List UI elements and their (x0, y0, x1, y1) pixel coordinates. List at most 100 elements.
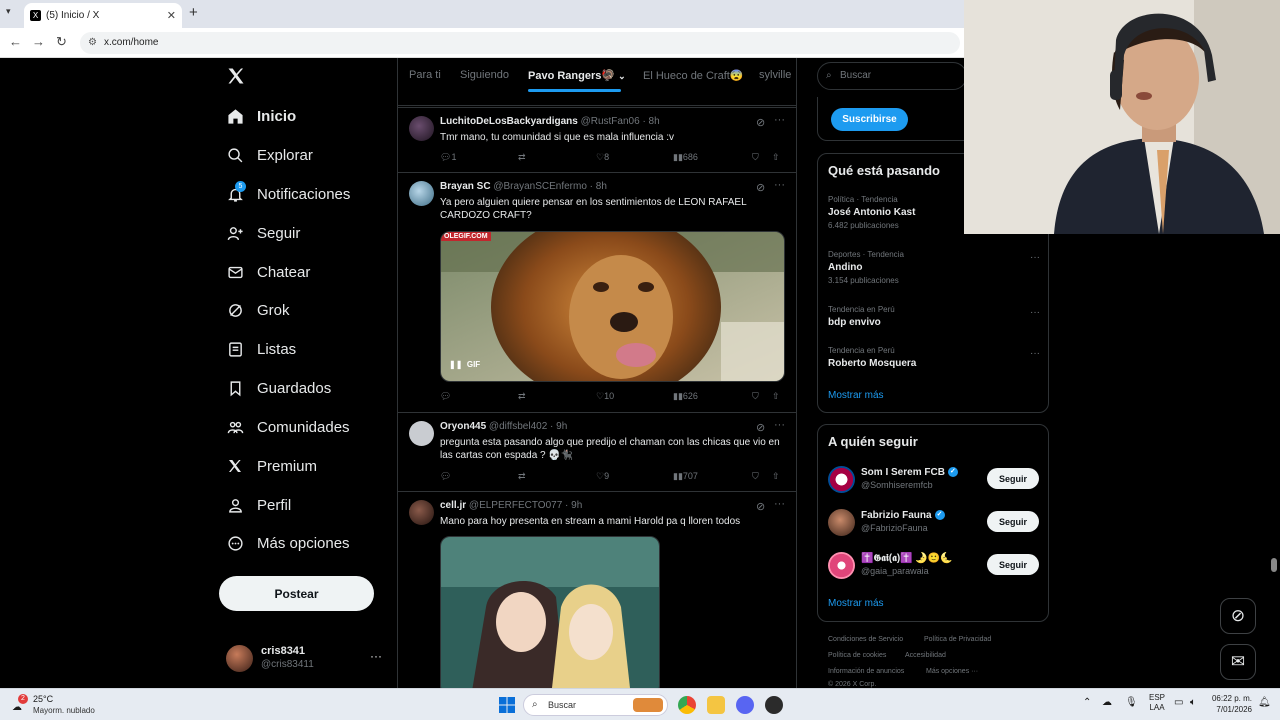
footer-link[interactable]: Información de anuncios (828, 668, 904, 675)
weather-temp[interactable]: 25°C (33, 694, 53, 704)
grok-icon[interactable]: ⊘ (756, 421, 765, 434)
more-dots-icon[interactable]: ··· (774, 498, 785, 510)
tab-search-chevron-icon[interactable]: ▾ (6, 6, 11, 17)
site-info-icon[interactable]: ⚙ (88, 32, 97, 54)
footer-link[interactable]: Política de cookies (828, 652, 886, 659)
bookmark-icon[interactable]: ⛉ (752, 152, 759, 163)
tray-cloud-icon[interactable]: ☁ (1102, 697, 1112, 708)
nav-item-perfil[interactable]: Perfil (226, 490, 291, 520)
url-field[interactable]: ⚙ x.com/home (80, 32, 960, 54)
like-button[interactable]: ♡ 9 (596, 471, 609, 482)
pause-icon[interactable]: ❚❚ (449, 360, 462, 369)
tweet-image[interactable] (440, 536, 660, 688)
grok-icon[interactable]: ⊘ (756, 181, 765, 194)
follow-button[interactable]: Seguir (987, 511, 1039, 532)
tweet[interactable]: Oryon445 @diffsbel402 · 9h ⊘ ··· pregunt… (398, 413, 796, 492)
nav-item-explorar[interactable]: Explorar (226, 140, 313, 170)
views-button[interactable]: ▮▮ 686 (673, 152, 698, 163)
search-input[interactable]: ⌕ Buscar (817, 62, 967, 90)
language-indicator[interactable]: ESP LAA (1149, 693, 1165, 713)
show-more-link[interactable]: Mostrar más (828, 598, 884, 609)
new-tab-button[interactable]: + (189, 4, 198, 21)
author-name[interactable]: LuchitoDeLosBackyardigans (440, 116, 578, 127)
tweet[interactable]: LuchitoDeLosBackyardigans @RustFan06 · 8… (398, 108, 796, 173)
like-button[interactable]: ♡ 10 (596, 391, 614, 402)
reply-button[interactable]: 💬︎ 1 (440, 152, 456, 163)
notification-center-icon[interactable]: 🔔︎ (1258, 697, 1271, 708)
tab-pavo-rangers[interactable]: Pavo Rangers🦃 ⌄ (528, 69, 626, 82)
retweet-icon[interactable]: ⇄ (518, 152, 526, 163)
retweet-icon[interactable]: ⇄ (518, 391, 526, 402)
bookmark-icon[interactable]: ⛉ (752, 391, 759, 402)
grok-fab-button[interactable]: ⊘ (1220, 598, 1256, 634)
scrollbar-thumb[interactable] (1271, 558, 1277, 572)
share-icon[interactable]: ⇧ (772, 391, 780, 402)
show-more-link[interactable]: Mostrar más (828, 390, 884, 401)
share-icon[interactable]: ⇧ (772, 152, 780, 163)
gif-controls[interactable]: ❚❚ GIF (449, 360, 480, 369)
obs-icon[interactable] (765, 696, 783, 714)
windows-start-icon[interactable] (499, 697, 515, 713)
views-button[interactable]: ▮▮ 626 (673, 391, 698, 402)
account-switcher[interactable]: cris8341 @cris83411 ··· (226, 641, 386, 677)
retweet-icon[interactable]: ⇄ (518, 471, 526, 482)
tweet[interactable]: Brayan SC @BrayanSCEnfermo · 8h ⊘ ··· Ya… (398, 173, 796, 413)
more-dots-icon[interactable]: ··· (370, 649, 382, 663)
file-explorer-icon[interactable] (707, 696, 725, 714)
network-icon[interactable]: ▭ (1174, 697, 1183, 708)
clock[interactable]: 06:22 p. m. 7/01/2026 (1208, 693, 1252, 715)
follow-suggestion[interactable]: Som I Serem FCB ✓ @Somhiseremfcb Seguir (828, 464, 1040, 494)
author-handle[interactable]: @ELPERFECTO077 (469, 500, 562, 511)
subscribe-button[interactable]: Suscribirse (831, 108, 908, 131)
nav-item-guardados[interactable]: Guardados (226, 373, 331, 403)
close-tab-icon[interactable]: ✕ (167, 9, 176, 22)
tab-siguiendo[interactable]: Siguiendo (460, 69, 509, 81)
follow-button[interactable]: Seguir (987, 554, 1039, 575)
tweet-time[interactable]: · 8h (642, 116, 659, 127)
tweet-gif[interactable]: OLEGIF.COM ❚❚ GIF (440, 231, 785, 382)
avatar[interactable] (409, 181, 434, 206)
more-dots-icon[interactable]: ··· (1030, 348, 1040, 359)
author-name[interactable]: cell.jr (440, 500, 466, 511)
tweet-time[interactable]: · 9h (550, 421, 567, 432)
more-dots-icon[interactable]: ··· (1030, 252, 1040, 263)
nav-item-seguir[interactable]: Seguir (226, 218, 300, 248)
footer-link[interactable]: Más opciones ··· (926, 668, 978, 675)
microphone-icon[interactable]: 🎙︎ (1125, 697, 1138, 708)
avatar[interactable] (828, 509, 855, 536)
views-button[interactable]: ▮▮ 707 (673, 471, 698, 482)
trend-item[interactable]: Tendencia en Perú Roberto Mosquera ··· (828, 346, 1040, 369)
tab-sylville[interactable]: sylville (759, 69, 791, 81)
follow-button[interactable]: Seguir (987, 468, 1039, 489)
taskbar-search[interactable]: ⌕ Buscar (523, 694, 668, 716)
chrome-icon[interactable] (678, 696, 696, 714)
trend-item[interactable]: Deportes · Tendencia Andino 3.154 public… (828, 250, 1040, 285)
post-button[interactable]: Postear (219, 576, 374, 611)
nav-item-mas-opciones[interactable]: Más opciones (226, 528, 350, 558)
tweet-time[interactable]: · 8h (590, 181, 607, 192)
tray-chevron-up-icon[interactable]: ⌃ (1083, 697, 1091, 708)
nav-item-inicio[interactable]: Inicio (226, 101, 296, 131)
author-handle[interactable]: @BrayanSCEnfermo (493, 181, 587, 192)
x-logo-icon[interactable] (226, 66, 246, 91)
grok-icon[interactable]: ⊘ (756, 500, 765, 513)
nav-item-premium[interactable]: Premium (226, 451, 317, 481)
messages-fab-button[interactable]: ✉ (1220, 644, 1256, 680)
author-handle[interactable]: @diffsbel402 (489, 421, 547, 432)
trend-item[interactable]: Tendencia en Perú bdp envivo ··· (828, 305, 1040, 328)
volume-icon[interactable]: 🔈︎ (1190, 697, 1196, 708)
tweet[interactable]: cell.jr @ELPERFECTO077 · 9h ⊘ ··· Mano p… (398, 492, 796, 688)
nav-item-grok[interactable]: Grok (226, 295, 290, 325)
author-handle[interactable]: @RustFan06 (581, 116, 640, 127)
grok-icon[interactable]: ⊘ (756, 116, 765, 129)
forward-arrow-icon[interactable]: → (32, 34, 45, 49)
avatar[interactable] (409, 116, 434, 141)
footer-link[interactable]: Condiciones de Servicio (828, 636, 903, 643)
tweet-time[interactable]: · 9h (565, 500, 582, 511)
nav-item-chatear[interactable]: Chatear (226, 257, 310, 287)
follow-suggestion[interactable]: ✝️𝕲𝖆𝖎(𝖆)✝️ 🌛🙂🌜 @gaia_parawaia Seguir (828, 550, 1040, 580)
author-name[interactable]: Brayan SC (440, 181, 491, 192)
reply-icon[interactable]: 💬︎ (440, 471, 451, 482)
author-name[interactable]: Oryon445 (440, 421, 486, 432)
discord-icon[interactable] (736, 696, 754, 714)
